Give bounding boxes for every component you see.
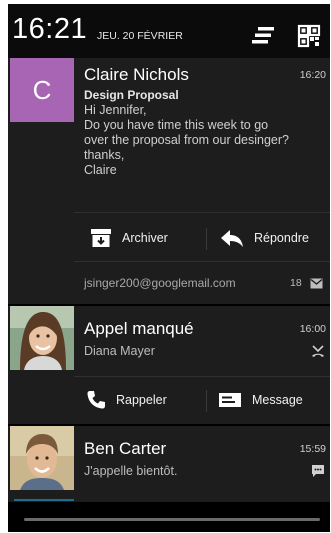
clock-date: JEU. 20 FÉVRIER	[97, 30, 183, 42]
account-email: jsinger200@googlemail.com	[84, 276, 236, 290]
divider	[74, 376, 330, 377]
sender-name: Ben Carter	[84, 439, 167, 458]
caller-name: Diana Mayer	[84, 344, 155, 358]
missed-call-notification[interactable]: Appel manqué 16:00 Diana Mayer Rappeler …	[8, 306, 330, 424]
message-notification[interactable]: Ben Carter 15:59 J'appelle bientôt.	[8, 426, 330, 502]
reply-icon	[221, 230, 243, 247]
email-notification[interactable]: C Claire Nichols 16:20 Design Proposal H…	[8, 58, 330, 304]
missed-call-title: Appel manqué	[84, 319, 194, 338]
accent-line	[14, 499, 74, 501]
phone-icon	[87, 391, 105, 409]
mail-icon	[310, 276, 323, 294]
email-body-line: Do you have time this week to go	[84, 118, 269, 132]
message-button[interactable]: Message	[218, 382, 303, 418]
email-subject: Design Proposal	[84, 88, 179, 102]
archive-button[interactable]: Archiver	[90, 220, 168, 256]
clock-time: 16:21	[12, 13, 88, 45]
quick-settings-icon[interactable]	[296, 24, 322, 48]
reply-label: Répondre	[254, 231, 309, 245]
call-back-label: Rappeler	[116, 393, 167, 407]
status-header: 16:21 JEU. 20 FÉVRIER	[8, 4, 330, 58]
archive-label: Archiver	[122, 231, 168, 245]
email-body-line: Claire	[84, 163, 117, 177]
notification-time: 16:00	[299, 323, 326, 335]
notification-shade: 16:21 JEU. 20 FÉVRIER C Claire Nichols 1…	[8, 4, 330, 532]
divider	[74, 261, 330, 262]
email-body-line: thanks,	[84, 148, 125, 162]
action-divider	[206, 228, 207, 250]
archive-icon	[91, 229, 111, 247]
message-label: Message	[252, 393, 303, 407]
contact-avatar-photo	[10, 306, 74, 370]
reply-button[interactable]: Répondre	[220, 220, 309, 256]
sender-name: Claire Nichols	[84, 65, 189, 84]
notification-time: 16:20	[299, 69, 326, 81]
unread-count: 18	[290, 277, 302, 289]
message-icon	[219, 393, 241, 407]
call-back-button[interactable]: Rappeler	[86, 382, 167, 418]
sms-icon	[311, 464, 325, 483]
divider	[74, 212, 330, 213]
message-preview: J'appelle bientôt.	[84, 464, 178, 478]
contact-avatar-photo	[10, 426, 74, 490]
notification-time: 15:59	[299, 443, 326, 455]
action-divider	[206, 390, 207, 412]
missed-call-icon	[311, 344, 325, 363]
drag-handle[interactable]	[24, 518, 320, 521]
email-body-line: over the proposal from our desinger?	[84, 133, 289, 147]
email-body-line: Hi Jennifer,	[84, 103, 147, 117]
notification-settings-icon[interactable]	[250, 24, 276, 48]
contact-avatar: C	[10, 58, 74, 122]
